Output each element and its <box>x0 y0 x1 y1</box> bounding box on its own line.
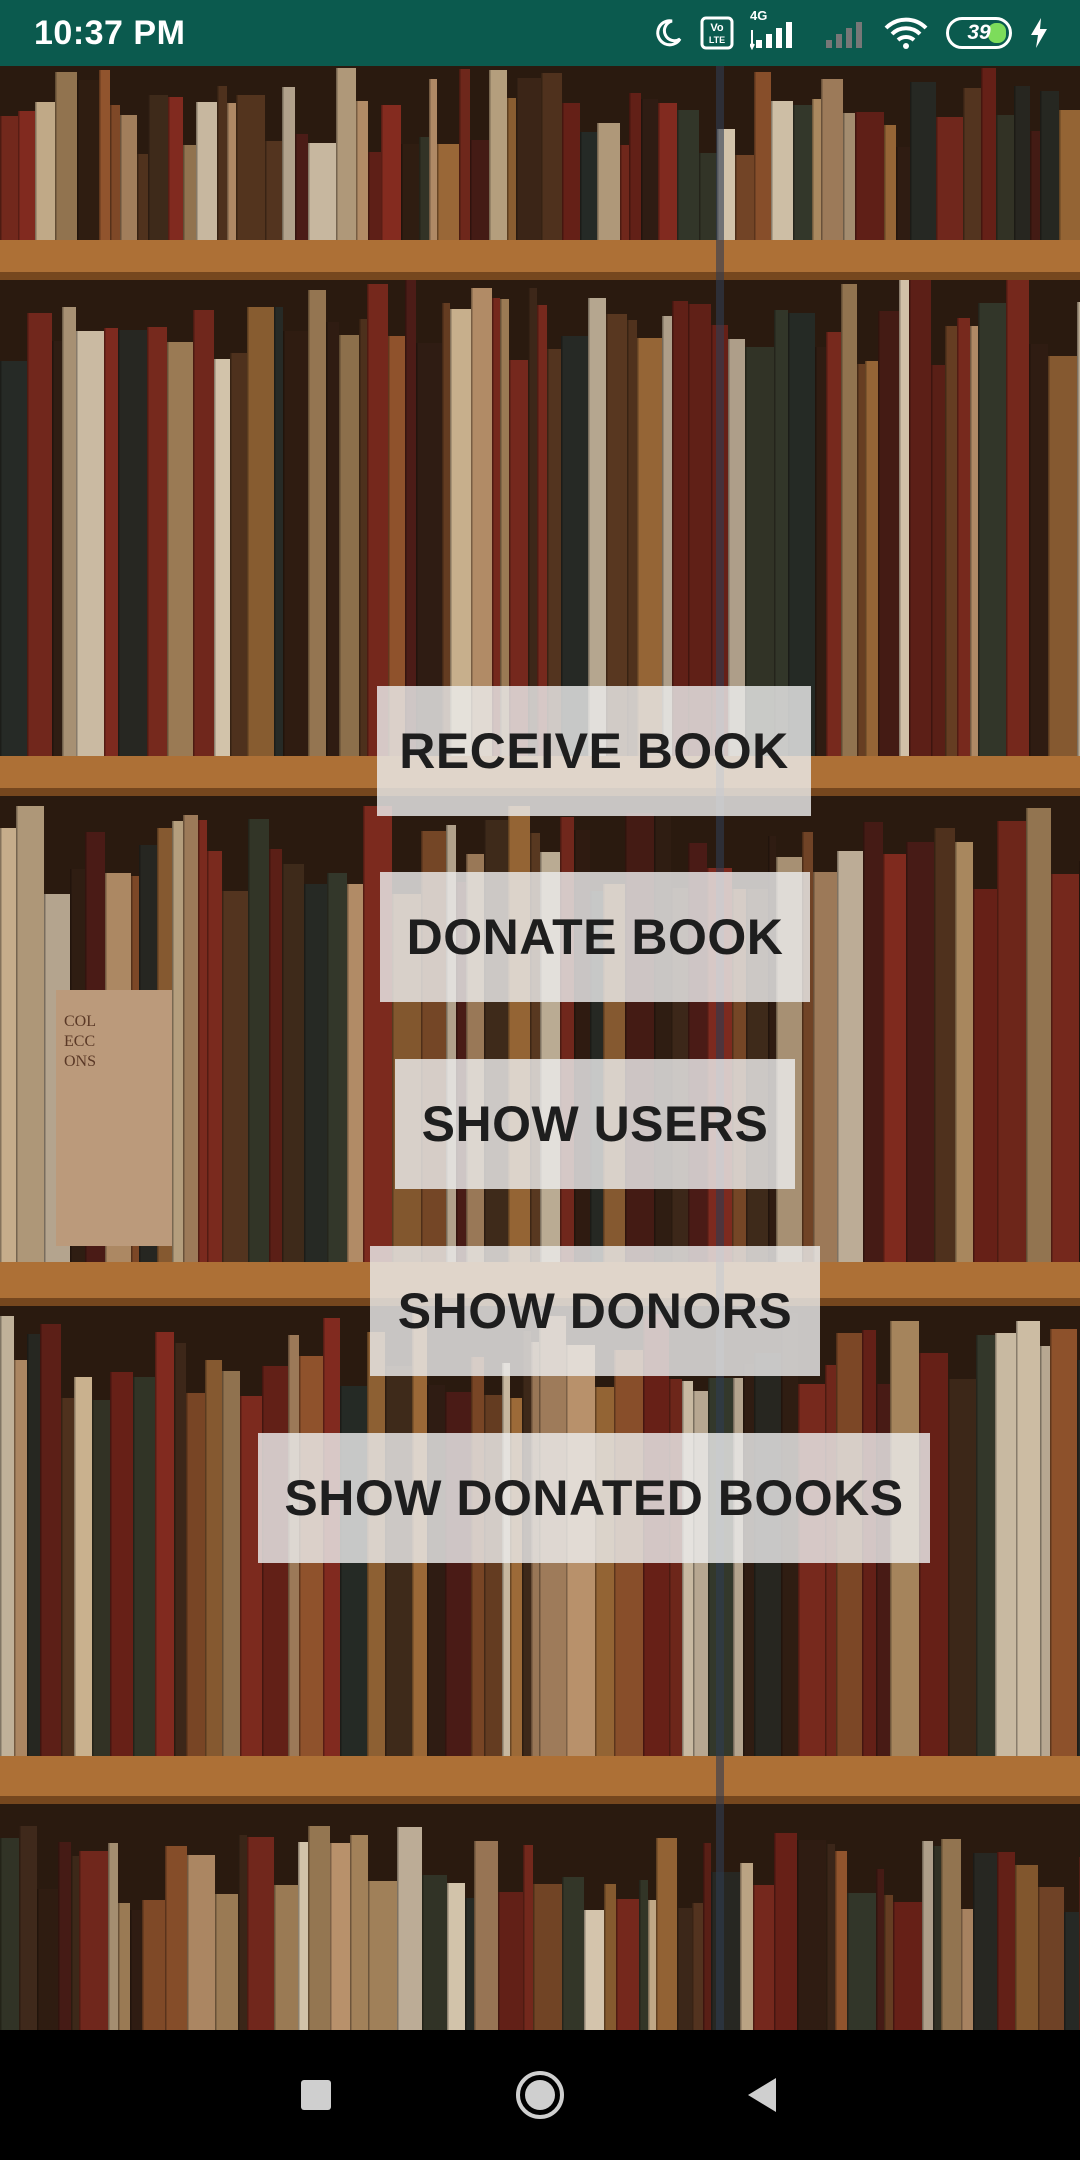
show-users-button[interactable]: SHOW USERS <box>395 1059 795 1189</box>
receive-book-button[interactable]: RECEIVE BOOK <box>377 686 811 816</box>
back-button[interactable] <box>692 2030 832 2160</box>
recent-apps-icon <box>301 2080 331 2110</box>
svg-text:Vo: Vo <box>710 22 724 34</box>
battery-icon: 39 <box>946 17 1012 49</box>
main-menu: RECEIVE BOOK DONATE BOOK SHOW USERS SHOW… <box>0 66 1080 2030</box>
charging-icon <box>1028 16 1050 50</box>
donate-book-button[interactable]: DONATE BOOK <box>380 872 810 1002</box>
home-icon <box>516 2071 564 2119</box>
status-time: 10:37 PM <box>34 13 186 52</box>
battery-level: 39 <box>967 21 991 44</box>
signal-icon: 4G <box>750 8 806 50</box>
show-donors-button[interactable]: SHOW DONORS <box>370 1246 820 1376</box>
recent-apps-button[interactable] <box>246 2030 386 2160</box>
network-type-label: 4G <box>750 8 768 23</box>
navigation-bar <box>0 2030 1080 2160</box>
status-bar: 10:37 PM Vo LTE 4G 39 <box>0 0 1080 66</box>
bookshelf-background: COL ECC ONS RECEIVE BOOK DONATE BOOK SHOW … <box>0 66 1080 2030</box>
status-icons: Vo LTE 4G 39 <box>652 8 1050 50</box>
home-button[interactable] <box>470 2030 610 2160</box>
back-icon <box>748 2078 776 2112</box>
wifi-icon <box>882 16 930 50</box>
svg-text:LTE: LTE <box>709 35 725 45</box>
moon-icon <box>652 17 684 49</box>
volte-icon: Vo LTE <box>700 16 734 50</box>
signal-empty-icon <box>822 16 866 50</box>
show-donated-books-button[interactable]: SHOW DONATED BOOKS <box>258 1433 930 1563</box>
